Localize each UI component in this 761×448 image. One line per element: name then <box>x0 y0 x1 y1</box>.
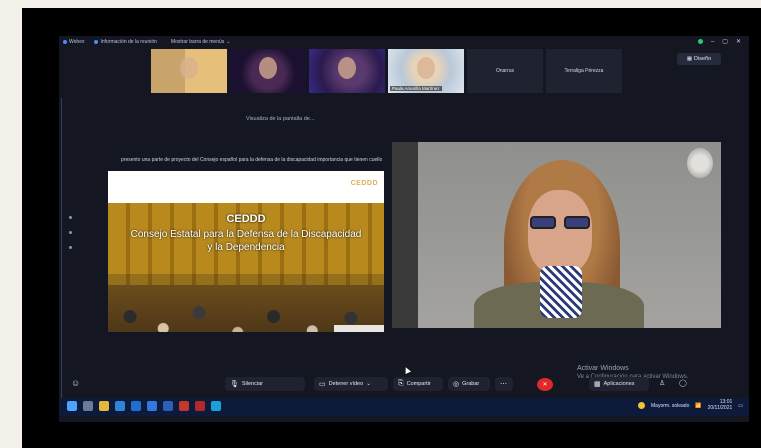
windows-start-icon[interactable] <box>67 401 77 411</box>
participant-thumbnail[interactable]: Paula Amarilla Martínez <box>388 49 464 93</box>
participant-thumbnail[interactable] <box>230 49 306 93</box>
active-speaker-video[interactable] <box>392 142 721 328</box>
weather-text[interactable]: Mayorm. soleado <box>651 403 689 409</box>
leave-meeting-button[interactable]: ✕ <box>537 378 553 391</box>
glasses-icon <box>530 216 590 230</box>
search-icon[interactable] <box>83 401 93 411</box>
acrobat-icon[interactable] <box>195 401 205 411</box>
record-label: Grabar <box>462 381 480 387</box>
chat-icon[interactable]: ◯ <box>679 379 687 387</box>
participant-name: Terraliga Pérezza <box>564 68 604 74</box>
apps-button[interactable]: ▦ Aplicaciones <box>589 377 649 391</box>
minimize-icon[interactable]: – <box>711 39 714 45</box>
participants-icon[interactable]: ♙ <box>659 379 665 387</box>
apps-icon: ▦ <box>594 381 601 388</box>
network-icon[interactable]: 📶 <box>695 403 701 409</box>
close-icon: ✕ <box>542 382 548 388</box>
slide-subtitle: Consejo Estatal para la Defensa de la Di… <box>130 229 362 253</box>
share-screen-icon: ⎘ <box>398 380 404 387</box>
stop-video-label: Detener vídeo <box>328 381 364 387</box>
podium-image <box>334 325 384 332</box>
window-controls: – ▢ ✕ <box>697 38 741 45</box>
meeting-info-button[interactable]: Información de la reunión <box>94 39 157 45</box>
participant-tile-no-video[interactable]: Onarrus <box>467 49 543 93</box>
dot-marker <box>69 246 72 249</box>
file-explorer-icon[interactable] <box>99 401 109 411</box>
share-label: Compartir <box>406 381 431 387</box>
share-notice: Visualiza de la pantalla de... <box>246 116 315 122</box>
clock-date: 20/11/2021 <box>707 404 733 411</box>
weather-sun-icon <box>638 402 646 409</box>
maximize-icon[interactable]: ▢ <box>722 38 728 45</box>
speaker-scarf <box>540 266 582 318</box>
share-button[interactable]: ⎘ Compartir <box>393 377 443 391</box>
lamp-image <box>687 148 713 178</box>
mute-button[interactable]: 🎙 Silenciar <box>225 377 305 391</box>
participant-tile-no-video[interactable]: Terraliga Pérezza <box>546 49 622 93</box>
layout-button-label: Diseño <box>694 56 712 62</box>
video-frame: Webex Información de la reunión Mostrar … <box>22 8 761 448</box>
menu-bar-toggle-label: Mostrar barra de menús <box>170 39 225 45</box>
mute-label: Silenciar <box>241 381 263 387</box>
participant-face <box>259 57 277 79</box>
slide-header: CEDDD <box>108 171 384 203</box>
microphone-icon: 🎙 <box>230 381 239 388</box>
dot-marker <box>69 231 72 234</box>
participant-face <box>417 57 435 79</box>
presentation-caption: presento una parte de proyecto del Conse… <box>121 157 383 163</box>
app-title-text: Webex <box>69 39 85 45</box>
dot-marker <box>69 216 72 219</box>
connection-status-icon <box>697 39 703 44</box>
chevron-down-icon: ⌄ <box>366 381 371 387</box>
participant-face <box>180 57 198 79</box>
participant-strip: Paula Amarilla Martínez Onarrus Terralig… <box>151 49 622 93</box>
meeting-info-label: Información de la reunión <box>100 39 157 45</box>
record-button[interactable]: ◎ Grabar <box>448 377 490 391</box>
menu-bar-toggle[interactable]: Mostrar barra de menús ⌄ <box>171 39 231 45</box>
store-icon[interactable] <box>147 401 157 411</box>
side-dots <box>69 216 72 249</box>
close-icon[interactable]: ✕ <box>736 38 741 45</box>
webex-window: Webex Información de la reunión Mostrar … <box>59 36 749 422</box>
video-camera-icon: ▭ <box>319 381 326 388</box>
meeting-controls: ☺ 🎙 Silenciar ▭ Detener vídeo ⌄ ⎘ Compar… <box>59 376 749 394</box>
edge-browser-icon[interactable] <box>115 401 125 411</box>
record-icon: ◎ <box>453 381 460 388</box>
reactions-icon[interactable]: ☺ <box>71 378 80 388</box>
taskbar-icons <box>67 401 221 411</box>
webex-logo-icon <box>63 40 67 44</box>
participant-face <box>338 57 356 79</box>
clock[interactable]: 13:01 20/11/2021 <box>707 399 733 411</box>
word-icon[interactable] <box>163 401 173 411</box>
chevron-down-icon: ⌄ <box>226 39 231 45</box>
grid-icon: ▦ <box>686 56 693 62</box>
notifications-icon[interactable]: ▭ <box>738 403 743 409</box>
more-options-button[interactable]: ⋯ <box>495 377 513 391</box>
stop-video-button[interactable]: ▭ Detener vídeo ⌄ <box>314 377 388 391</box>
chrome-icon[interactable] <box>179 401 189 411</box>
participant-name: Onarrus <box>495 68 515 74</box>
slide-logo: CEDDD <box>350 180 378 187</box>
info-icon <box>94 40 99 44</box>
participant-thumbnail[interactable] <box>151 49 227 93</box>
windows-taskbar: Mayorm. soleado 📶 13:01 20/11/2021 ▭ <box>59 398 749 416</box>
app-title: Webex <box>63 39 84 45</box>
shared-slide: CEDDD CEDDD Consejo Estatal para la Defe… <box>108 171 384 332</box>
apps-label: Aplicaciones <box>603 381 635 387</box>
watermark-title: Activar Windows <box>577 365 629 372</box>
speaker-face <box>528 190 592 274</box>
panel-divider <box>61 98 62 408</box>
more-icon: ⋯ <box>500 381 507 388</box>
title-bar: Webex Información de la reunión Mostrar … <box>59 36 749 48</box>
system-tray: Mayorm. soleado 📶 13:01 20/11/2021 ▭ <box>638 399 743 411</box>
mouse-cursor-icon <box>403 366 411 374</box>
slide-title: CEDDD <box>226 213 266 225</box>
webex-taskbar-icon[interactable] <box>211 401 221 411</box>
participant-name: Paula Amarilla Martínez <box>390 86 442 91</box>
participant-thumbnail[interactable] <box>309 49 385 93</box>
mail-icon[interactable] <box>131 401 141 411</box>
layout-button[interactable]: ▦ Diseño <box>677 53 721 65</box>
